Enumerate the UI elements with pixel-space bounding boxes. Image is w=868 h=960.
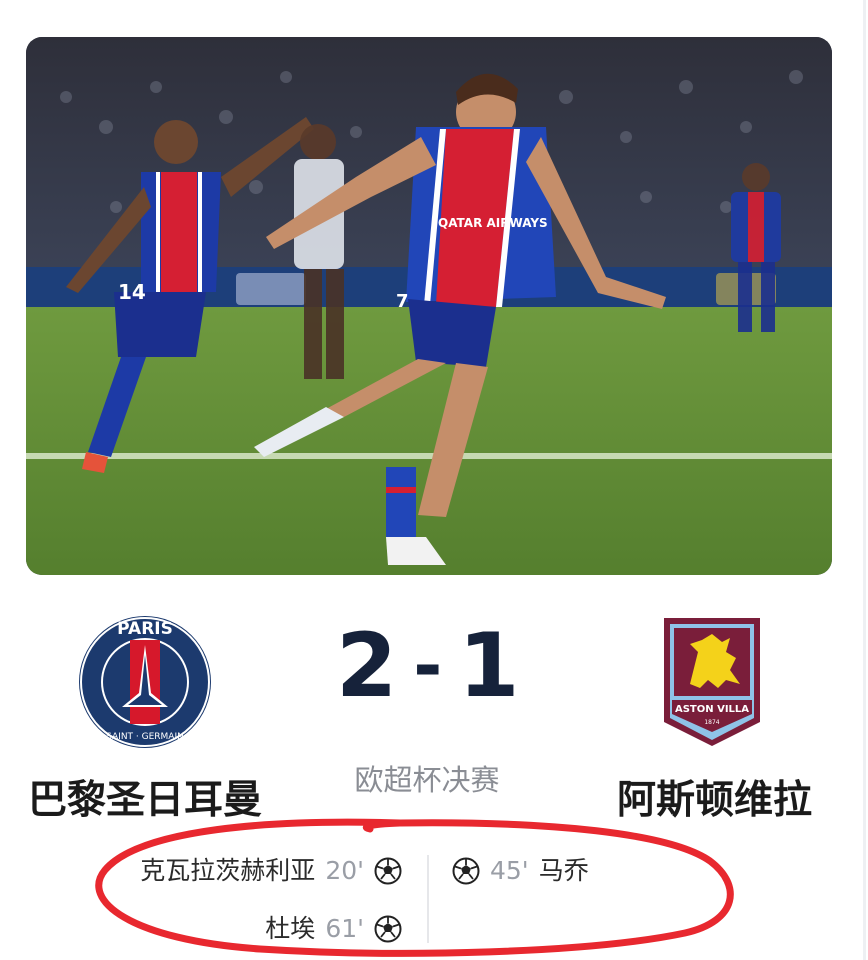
goal-minute: 20' bbox=[325, 856, 364, 885]
competition-label: 欧超杯决赛 bbox=[354, 763, 500, 797]
goal-scorers-list: 克瓦拉茨赫利亚 20' 杜埃 61' 45' 马乔 bbox=[0, 845, 868, 955]
home-score: 2 bbox=[336, 614, 400, 717]
match-detail-page: 14 QATAR AIRWAYS 7 PARIS SAINT · GERMAIN… bbox=[0, 0, 868, 960]
scrollbar[interactable] bbox=[863, 0, 866, 960]
away-score: 1 bbox=[458, 614, 522, 717]
away-team-name[interactable]: 阿斯顿维拉 bbox=[617, 775, 812, 827]
goal-minute: 61' bbox=[325, 914, 364, 943]
player-number-14: 14 bbox=[118, 280, 146, 304]
psg-crest-icon: PARIS SAINT · GERMAIN bbox=[78, 615, 212, 749]
match-celebration-photo: 14 QATAR AIRWAYS 7 bbox=[26, 37, 832, 575]
player-number-7: 7 bbox=[396, 291, 409, 312]
shirt-sponsor-text: QATAR AIRWAYS bbox=[438, 216, 548, 230]
away-goal-item: 45' 马乔 bbox=[452, 849, 589, 893]
goal-scorer-name: 马乔 bbox=[538, 856, 589, 885]
match-score: 2-1 bbox=[336, 614, 520, 717]
soccer-ball-icon bbox=[374, 857, 402, 885]
villa-crest-year: 1874 bbox=[704, 719, 719, 726]
home-team-name[interactable]: 巴黎圣日耳曼 bbox=[28, 775, 262, 827]
soccer-ball-icon bbox=[452, 857, 480, 885]
home-goal-item: 克瓦拉茨赫利亚 20' bbox=[140, 849, 402, 893]
goal-minute: 45' bbox=[490, 856, 529, 885]
score-separator: - bbox=[413, 625, 445, 707]
goal-scorer-name: 杜埃 bbox=[265, 914, 316, 943]
scorers-divider bbox=[427, 855, 429, 943]
soccer-ball-icon bbox=[374, 915, 402, 943]
goal-scorer-name: 克瓦拉茨赫利亚 bbox=[140, 856, 316, 885]
match-hero-photo: 14 QATAR AIRWAYS 7 bbox=[26, 37, 832, 575]
psg-crest-top-text: PARIS bbox=[117, 619, 173, 639]
home-goal-item: 杜埃 61' bbox=[265, 907, 402, 951]
villa-crest-banner-text: ASTON VILLA bbox=[675, 704, 749, 715]
psg-crest-bottom-text: SAINT · GERMAIN bbox=[106, 732, 184, 742]
aston-villa-crest-icon: ASTON VILLA 1874 bbox=[660, 614, 764, 750]
